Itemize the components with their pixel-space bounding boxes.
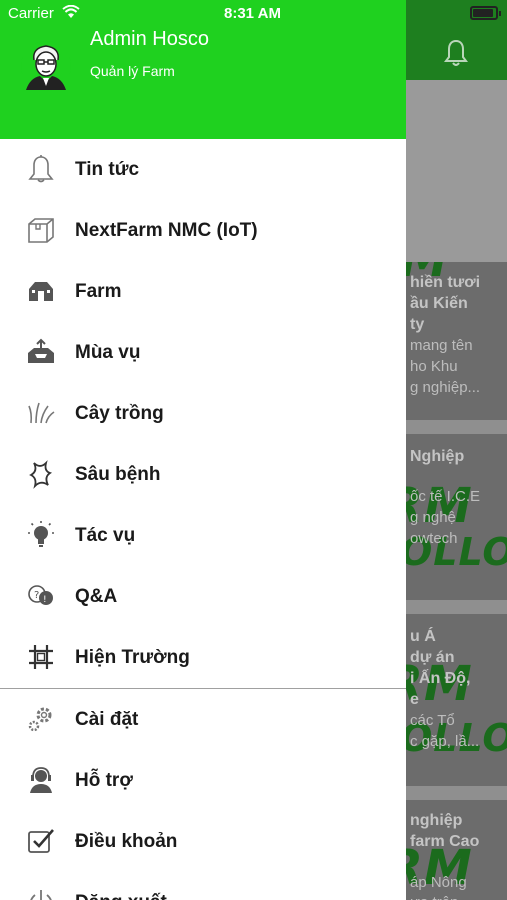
menu-item-field[interactable]: Hiện Trường: [0, 627, 406, 688]
banner-image: [406, 80, 507, 262]
menu-item-qa[interactable]: ? ! Q&A: [0, 566, 406, 627]
avatar[interactable]: [20, 40, 72, 92]
grid-hash-icon: [29, 645, 53, 669]
news-card[interactable]: RM OLLO u Á dự án i Ấn Độ, e các Tổ c gặ…: [406, 614, 507, 786]
menu-item-settings[interactable]: Cài đặt: [0, 689, 406, 750]
menu-item-season[interactable]: Mùa vụ: [0, 322, 406, 383]
menu-item-terms[interactable]: Điều khoản: [0, 811, 406, 872]
menu-item-label: Hiện Trường: [75, 647, 190, 668]
lightbulb-icon: [28, 521, 54, 547]
gears-icon: [28, 707, 52, 732]
notification-bell-icon[interactable]: [442, 38, 470, 68]
checkbox-icon: [28, 829, 54, 853]
status-bar: Carrier 8:31 AM: [0, 0, 507, 28]
navigation-drawer: Admin Hosco Quản lý Farm Tin tức NextFar…: [0, 0, 406, 900]
status-time: 8:31 AM: [224, 5, 281, 22]
menu-item-support[interactable]: Hỗ trợ: [0, 750, 406, 811]
menu-item-pests[interactable]: Sâu bệnh: [0, 444, 406, 505]
battery-icon: [470, 6, 501, 20]
wifi-icon: [62, 5, 80, 18]
user-role: Quản lý Farm: [90, 63, 175, 79]
bell-icon: [28, 155, 54, 183]
barn-icon: [29, 282, 53, 301]
menu-item-label: Tác vụ: [75, 525, 136, 546]
menu-item-crops[interactable]: Cây trồng: [0, 383, 406, 444]
user-name: Admin Hosco: [90, 28, 209, 50]
menu-item-label: Điều khoản: [75, 831, 178, 852]
box-icon: [28, 218, 54, 243]
menu-item-label: Mùa vụ: [75, 342, 141, 363]
menu-item-label: Farm: [75, 281, 122, 302]
menu-item-logout[interactable]: Đăng xuất: [0, 872, 406, 900]
menu-item-farm[interactable]: Farm: [0, 261, 406, 322]
drawer-menu: Tin tức NextFarm NMC (IoT) Farm Mùa vụ C…: [0, 139, 406, 900]
svg-text:?: ?: [34, 590, 39, 601]
menu-item-label: Đăng xuất: [75, 892, 167, 900]
bug-icon: [29, 460, 53, 489]
menu-item-news[interactable]: Tin tức: [0, 139, 406, 200]
menu-item-label: Sâu bệnh: [75, 464, 161, 485]
menu-item-label: Q&A: [75, 586, 118, 607]
svg-text:!: !: [43, 595, 47, 605]
menu-item-label: Cây trồng: [75, 403, 164, 424]
menu-item-label: Hỗ trợ: [75, 770, 133, 791]
news-card[interactable]: RM OLLO Nghiệp ốc tế I.C.E g nghệ owtech: [406, 434, 507, 600]
chat-bubbles-icon: ? !: [28, 585, 53, 605]
tray-upload-icon: [28, 338, 54, 363]
power-icon: [30, 890, 52, 900]
menu-item-label: Cài đặt: [75, 709, 139, 730]
carrier-label: Carrier: [8, 5, 54, 22]
menu-item-iot[interactable]: NextFarm NMC (IoT): [0, 200, 406, 261]
headset-icon: [30, 767, 52, 793]
menu-item-tasks[interactable]: Tác vụ: [0, 505, 406, 566]
grass-icon: [28, 402, 55, 424]
news-card[interactable]: RM nghiệp farm Cao áp Nông ựa trên: [406, 800, 507, 900]
news-card[interactable]: M hiền tươi ầu Kiến ty mang tên ho Khu g…: [406, 262, 507, 420]
menu-item-label: NextFarm NMC (IoT): [75, 220, 258, 241]
menu-item-label: Tin tức: [75, 159, 140, 180]
